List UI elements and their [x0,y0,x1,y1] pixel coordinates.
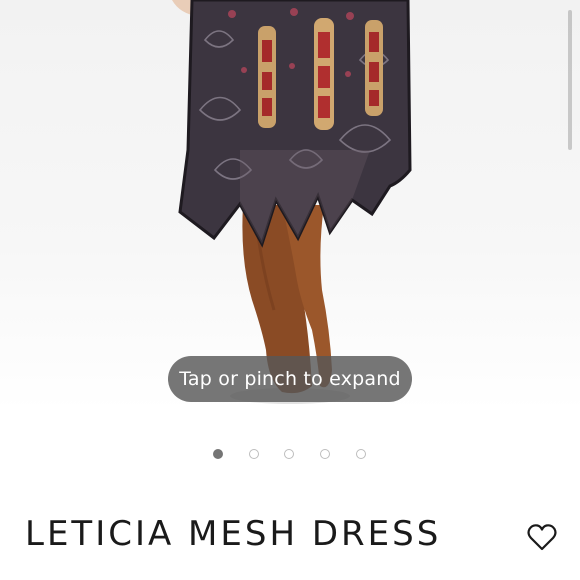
heart-outline-icon[interactable] [526,521,558,553]
carousel-dot-3[interactable] [284,449,294,459]
carousel-dot-1[interactable] [213,449,223,459]
carousel-dot-4[interactable] [320,449,330,459]
product-title: LETICIA MESH DRESS [25,514,442,554]
carousel-pagination [0,448,580,464]
carousel-dot-5[interactable] [356,449,366,459]
expand-hint-text: Tap or pinch to expand [179,368,401,390]
dress-photo [172,0,412,404]
scroll-indicator[interactable] [568,10,572,150]
expand-hint-pill[interactable]: Tap or pinch to expand [168,356,412,402]
product-image[interactable]: Tap or pinch to expand [0,0,580,411]
carousel-dot-2[interactable] [249,449,259,459]
product-page: Tap or pinch to expand LETICIA MESH DRES… [0,0,580,580]
